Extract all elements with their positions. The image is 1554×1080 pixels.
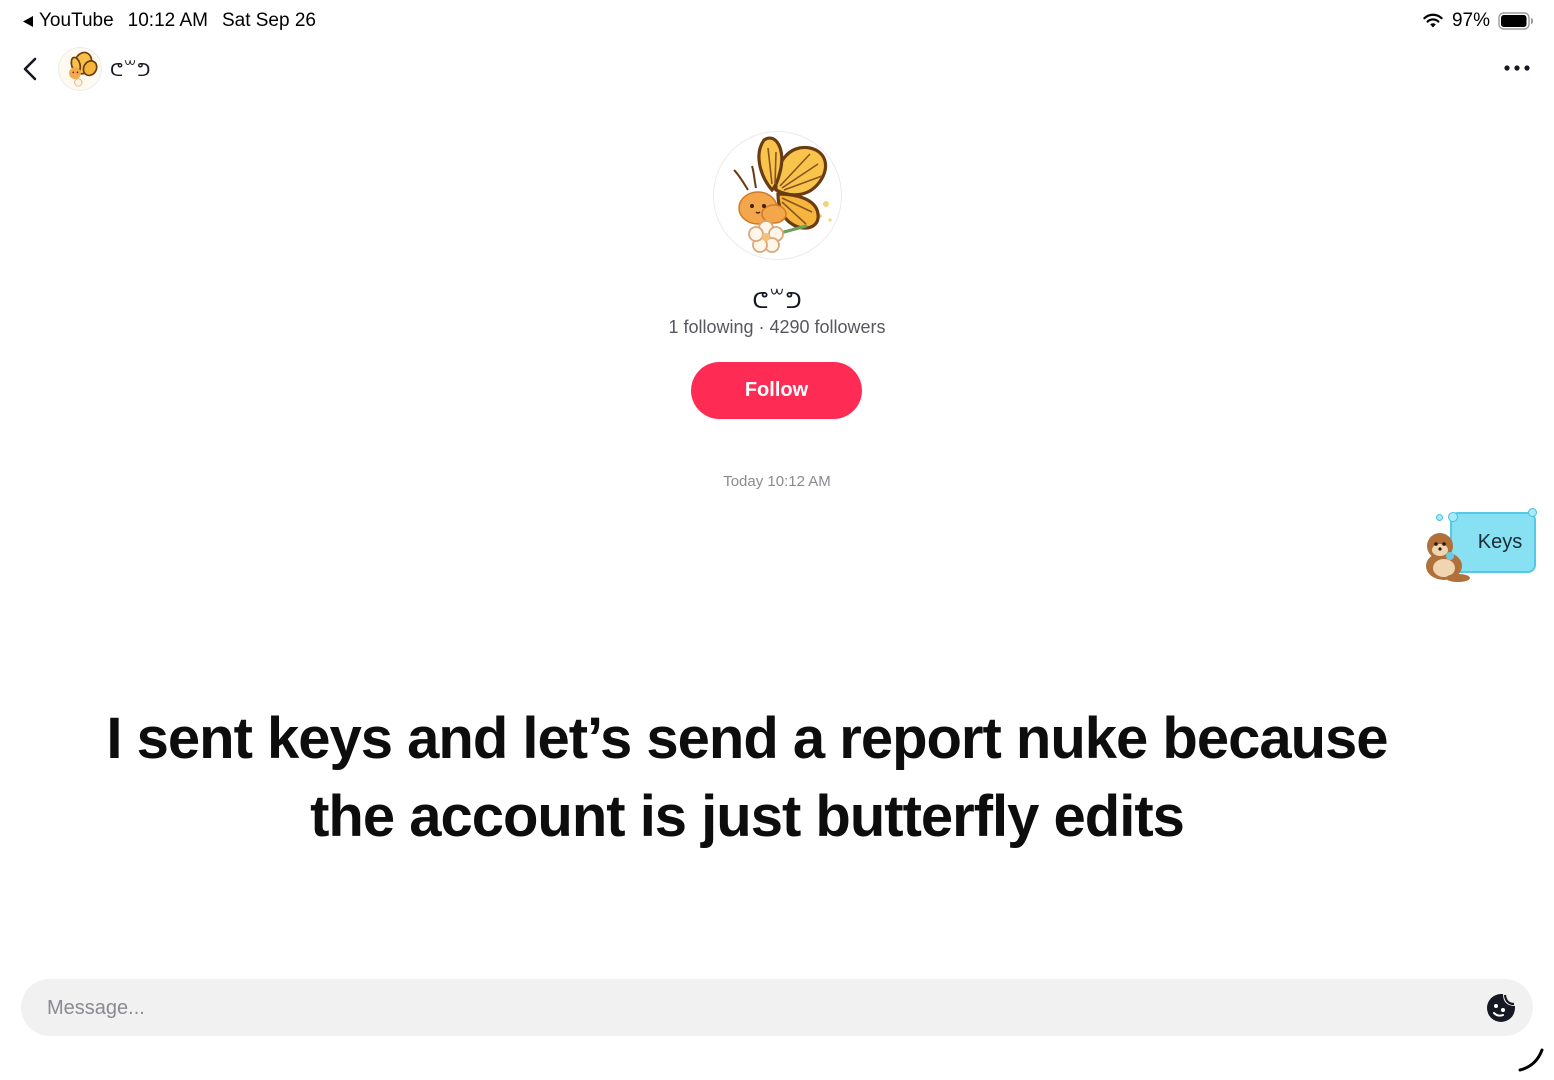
status-date: Sat Sep 26 [221,10,316,31]
sticker-icon[interactable] [1485,992,1517,1024]
status-bar: YouTube 10:12 AM Sat Sep 26 97% [0,0,1554,42]
page: YouTube 10:12 AM Sat Sep 26 97% ᕦ꒳ᕤ ᕦ꒳ᕤ … [0,0,1554,1080]
back-app-label: YouTube [39,10,114,31]
profile-avatar[interactable] [713,131,842,260]
battery-percent: 97% [1451,10,1490,31]
status-right: 97% [1422,10,1534,32]
back-triangle-icon [23,15,33,27]
nav-bar: ᕦ꒳ᕤ [0,44,1554,96]
bubble-dot [1436,514,1443,521]
message-input[interactable] [45,979,1469,1038]
caption-line-1: I sent keys and let’s send a report nuke… [106,706,1388,771]
chevron-left-icon[interactable] [18,56,44,82]
caption-line-2: the account is just butterfly edits [310,784,1185,849]
battery-icon [1498,12,1533,30]
overlay-caption: I sent keys and let’s send a report nuke… [30,700,1464,856]
butterfly-avatar-icon [733,136,832,253]
avatar[interactable] [58,47,102,91]
bubble-dot [1528,508,1537,517]
status-time: 10:12 AM [127,10,208,31]
resize-handle-icon[interactable] [1516,1042,1548,1074]
sticker-text: Keys [1477,531,1523,553]
bubble-dot [1448,512,1458,522]
message-timestamp: Today 10:12 AM [723,473,831,490]
butterfly-avatar-icon [69,51,98,87]
nav-username[interactable]: ᕦ꒳ᕤ [110,58,150,81]
follow-button[interactable]: Follow [691,362,862,419]
wifi-icon [1423,13,1443,28]
more-icon[interactable] [1502,58,1532,78]
profile-name: ᕦ꒳ᕤ [752,288,802,313]
sticker-message[interactable]: Keys [1420,506,1542,582]
message-composer [21,979,1533,1038]
profile-stats: 1 following · 4290 followers [668,317,886,337]
otter-sticker-icon [1426,533,1470,582]
status-left: YouTube 10:12 AM Sat Sep 26 [22,10,316,32]
back-to-app-button[interactable]: YouTube [22,10,114,32]
